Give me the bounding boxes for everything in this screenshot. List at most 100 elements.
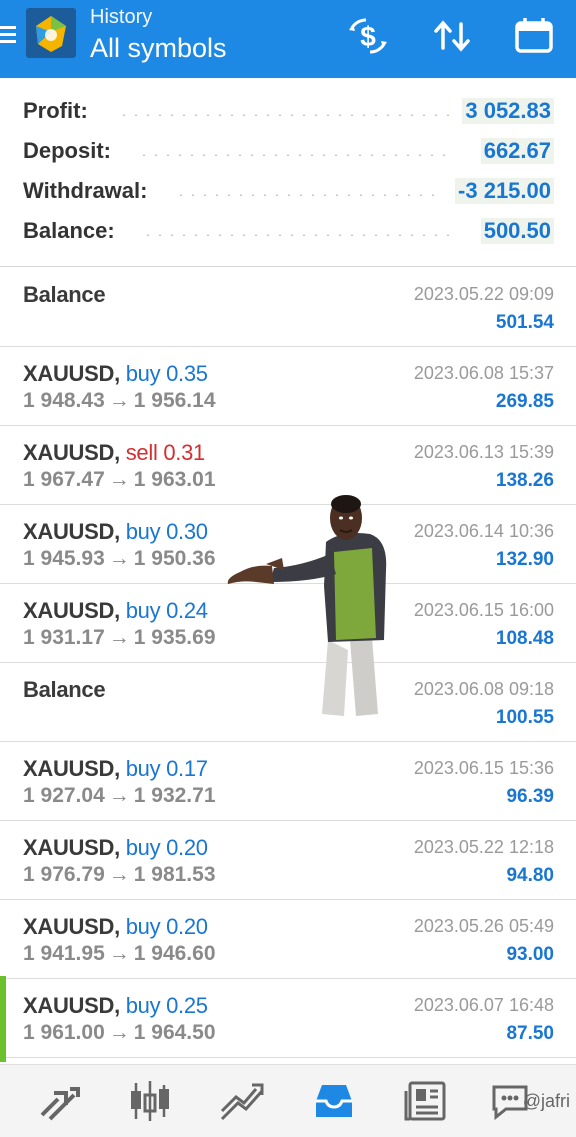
deal-type: buy 0.20 xyxy=(125,835,208,860)
deal-profit: 501.54 xyxy=(495,312,554,333)
arrow-right-icon: → xyxy=(108,389,130,412)
summary-label: Deposit: xyxy=(23,138,111,163)
list-item-trade[interactable]: XAUUSD, buy 0.17 1 927.04 → 1 932.71 2023.… xyxy=(0,742,576,821)
summary-label: Withdrawal: xyxy=(23,178,148,203)
deal-time: 2023.05.22 09:09 xyxy=(413,284,554,304)
list-item-trade[interactable]: XAUUSD, buy 0.25 1 961.00 → 1 964.50 2023.… xyxy=(0,979,576,1058)
list-item-trade[interactable]: XAUUSD, buy 0.20 1 941.95 → 1 946.60 2023.… xyxy=(0,900,576,979)
app-logo-icon xyxy=(26,8,76,58)
header-subtitle: History xyxy=(90,6,153,28)
deal-symbol: XAUUSD, xyxy=(23,993,120,1018)
arrow-right-icon: → xyxy=(108,468,130,491)
close-price: 1 956.14 xyxy=(133,389,216,412)
pointing-man-sticker xyxy=(222,490,392,720)
summary-value: 500.50 xyxy=(480,218,554,244)
list-item-trade[interactable]: XAUUSD, buy 0.35 1 948.43 → 1 956.14 2023.… xyxy=(0,347,576,426)
open-price: 1 931.17 xyxy=(23,626,105,649)
arrow-right-icon: → xyxy=(108,942,130,965)
open-price: 1 941.95 xyxy=(23,942,105,965)
deal-time: 2023.05.22 12:18 xyxy=(413,837,554,857)
deal-symbol: XAUUSD, xyxy=(23,598,120,623)
deal-profit: 100.55 xyxy=(495,707,554,728)
deal-symbol-line: XAUUSD, buy 0.20 xyxy=(23,835,208,861)
deal-time: 2023.06.13 15:39 xyxy=(413,442,554,462)
history-inbox-icon[interactable] xyxy=(310,1077,358,1125)
deal-profit: 93.00 xyxy=(506,944,554,965)
summary-label: Profit: xyxy=(23,98,88,123)
trade-icon[interactable] xyxy=(218,1077,266,1125)
deposit-withdraw-icon[interactable]: $ xyxy=(346,14,390,58)
open-price: 1 927.04 xyxy=(23,784,105,807)
deal-type: sell 0.31 xyxy=(125,440,206,465)
summary-panel: Profit: 3 052.83 Deposit: 662.67 Withdra… xyxy=(0,92,576,252)
deal-prices: 1 931.17 → 1 935.69 xyxy=(23,626,216,650)
deal-prices: 1 927.04 → 1 932.71 xyxy=(23,784,216,808)
deal-profit: 87.50 xyxy=(506,1023,554,1044)
summary-row-deposit: Deposit: 662.67 xyxy=(0,132,576,172)
close-price: 1 964.50 xyxy=(133,1021,216,1044)
deal-profit: 138.26 xyxy=(495,470,554,491)
header-title[interactable]: All symbols xyxy=(90,33,227,64)
deal-profit: 96.39 xyxy=(506,786,554,807)
deal-symbol: XAUUSD, xyxy=(23,519,120,544)
close-price: 1 932.71 xyxy=(133,784,216,807)
quotes-icon[interactable] xyxy=(34,1077,82,1125)
deal-type: buy 0.17 xyxy=(125,756,208,781)
open-price: 1 945.93 xyxy=(23,547,105,570)
news-icon[interactable] xyxy=(402,1077,450,1125)
deal-prices: 1 967.47 → 1 963.01 xyxy=(23,468,216,492)
dotted-leader xyxy=(142,234,451,236)
deal-prices: 1 961.00 → 1 964.50 xyxy=(23,1021,216,1045)
chart-candles-icon[interactable] xyxy=(126,1077,174,1125)
close-price: 1 981.53 xyxy=(133,863,216,886)
deal-type: buy 0.20 xyxy=(125,914,208,939)
deal-symbol-line: XAUUSD, buy 0.17 xyxy=(23,756,208,782)
deal-type: buy 0.35 xyxy=(125,361,208,386)
arrow-right-icon: → xyxy=(108,784,130,807)
open-price: 1 961.00 xyxy=(23,1021,105,1044)
deal-time: 2023.05.26 05:49 xyxy=(413,916,554,936)
deal-time: 2023.06.15 15:36 xyxy=(413,758,554,778)
deal-type: buy 0.25 xyxy=(125,993,208,1018)
open-price: 1 976.79 xyxy=(23,863,105,886)
deal-profit: 132.90 xyxy=(495,549,554,570)
deal-time: 2023.06.08 15:37 xyxy=(413,363,554,383)
deal-time: 2023.06.14 10:36 xyxy=(413,521,554,541)
deal-symbol-line: XAUUSD, buy 0.30 xyxy=(23,519,208,545)
open-price: 1 948.43 xyxy=(23,389,105,412)
deal-type: buy 0.24 xyxy=(125,598,208,623)
deal-prices: 1 941.95 → 1 946.60 xyxy=(23,942,216,966)
deal-profit: 94.80 xyxy=(506,865,554,886)
menu-icon[interactable] xyxy=(0,22,16,46)
deal-time: 2023.06.07 16:48 xyxy=(413,995,554,1015)
summary-value: 662.67 xyxy=(480,138,554,164)
bottom-navigation: @jafri xyxy=(0,1064,576,1137)
list-item-balance[interactable]: Balance 2023.05.22 09:09 501.54 xyxy=(0,268,576,347)
deal-symbol-line: XAUUSD, buy 0.35 xyxy=(23,361,208,387)
svg-text:$: $ xyxy=(360,21,376,52)
arrow-right-icon: → xyxy=(108,626,130,649)
dotted-leader xyxy=(175,194,436,196)
list-item-trade[interactable]: XAUUSD, buy 0.20 1 976.79 → 1 981.53 2023.… xyxy=(0,821,576,900)
deal-time: 2023.06.15 16:00 xyxy=(413,600,554,620)
deal-symbol: Balance xyxy=(23,677,106,702)
summary-row-withdrawal: Withdrawal: -3 215.00 xyxy=(0,172,576,212)
deal-type: buy 0.30 xyxy=(125,519,208,544)
deal-symbol-line: XAUUSD, buy 0.25 xyxy=(23,993,208,1019)
close-price: 1 935.69 xyxy=(133,626,216,649)
sort-icon[interactable] xyxy=(430,14,474,58)
deal-symbol-line: XAUUSD, buy 0.20 xyxy=(23,914,208,940)
selected-row-marker xyxy=(0,976,6,1062)
summary-value: -3 215.00 xyxy=(455,178,554,204)
summary-value: 3 052.83 xyxy=(462,98,554,124)
divider xyxy=(0,266,576,267)
summary-label: Balance: xyxy=(23,218,115,243)
close-price: 1 946.60 xyxy=(133,942,216,965)
deal-prices: 1 976.79 → 1 981.53 xyxy=(23,863,216,887)
deal-symbol: Balance xyxy=(23,282,106,307)
calendar-icon[interactable] xyxy=(512,14,556,58)
summary-row-profit: Profit: 3 052.83 xyxy=(0,92,576,132)
arrow-right-icon: → xyxy=(108,547,130,570)
deal-profit: 108.48 xyxy=(495,628,554,649)
open-price: 1 967.47 xyxy=(23,468,105,491)
